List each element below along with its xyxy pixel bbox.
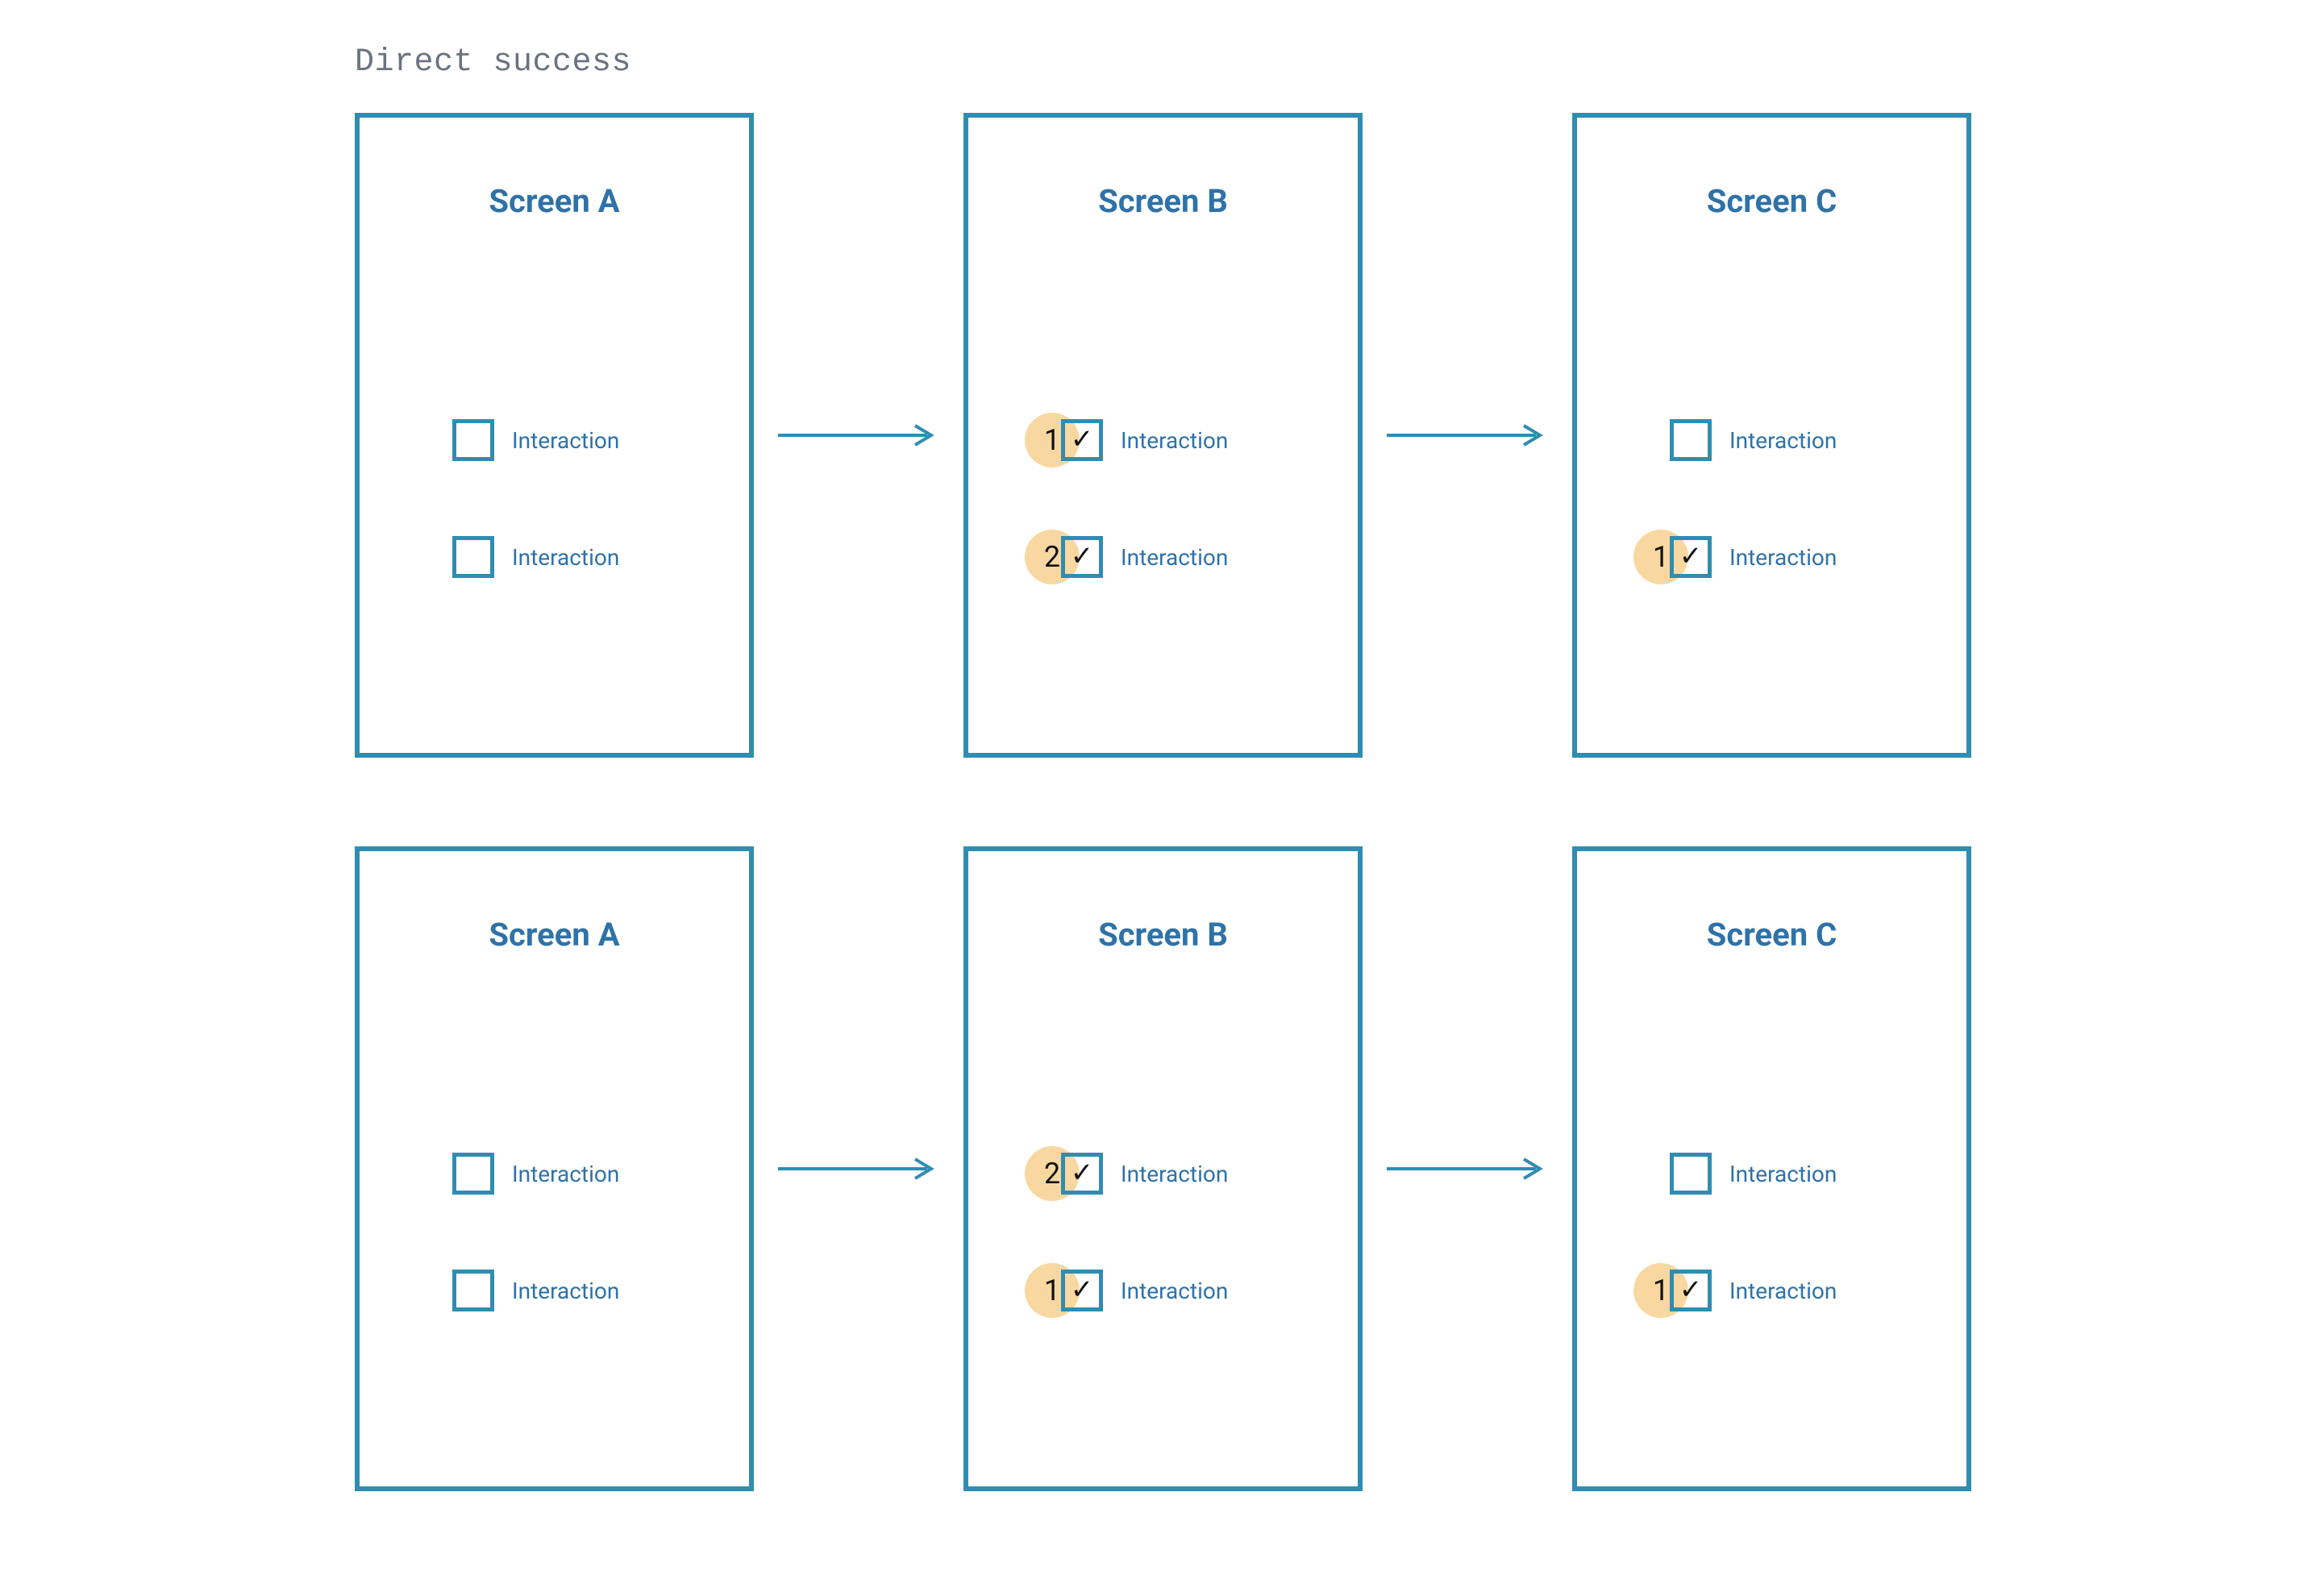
interaction-label: Interaction (1729, 427, 1837, 454)
screen-box-b: Screen B 1 ✓ Interaction 2 ✓ Interaction (963, 113, 1363, 758)
checkbox-icon: ✓ (1061, 1153, 1103, 1195)
interactions-list: 2 ✓ Interaction 1 ✓ Interaction (968, 1149, 1358, 1383)
screen-title: Screen B (968, 916, 1358, 954)
arrow-right-icon (1387, 419, 1548, 451)
interaction-label: Interaction (1121, 544, 1228, 571)
interaction-row: 1 ✓ Interaction (1577, 533, 1966, 581)
checkbox-icon: ✓ (1061, 536, 1103, 578)
interaction-label: Interaction (1121, 1161, 1228, 1187)
checkbox-icon: ✓ (1670, 1270, 1712, 1311)
interaction-label: Interaction (1121, 427, 1228, 454)
flow-row-2: Screen A Interaction Interaction Scree (355, 846, 1971, 1491)
interactions-list: Interaction 1 ✓ Interaction (1577, 416, 1966, 650)
arrow-right-icon (1387, 1153, 1548, 1185)
interaction-row: 1 ✓ Interaction (968, 1266, 1358, 1315)
checkbox-icon (452, 1153, 494, 1195)
interaction-row: Interaction (360, 416, 749, 464)
checkbox-icon (452, 536, 494, 578)
interaction-row: Interaction (360, 1266, 749, 1315)
flow-arrow (1363, 846, 1572, 1491)
interaction-row: 2 ✓ Interaction (968, 1149, 1358, 1198)
interaction-row: Interaction (360, 1149, 749, 1198)
flow-row-1: Screen A Interaction Interaction Scree (355, 113, 1971, 758)
checkbox-icon (452, 419, 494, 461)
interaction-label: Interaction (1729, 544, 1837, 571)
interactions-list: Interaction 1 ✓ Interaction (1577, 1149, 1966, 1383)
checkbox-icon (1670, 1153, 1712, 1195)
checkbox-icon (452, 1270, 494, 1311)
screen-title: Screen C (1577, 182, 1966, 220)
diagram-heading: Direct success (355, 44, 631, 81)
screen-box-a: Screen A Interaction Interaction (355, 113, 754, 758)
checkmark-icon: ✓ (1679, 1276, 1703, 1303)
interaction-label: Interaction (512, 544, 619, 571)
checkmark-icon: ✓ (1071, 542, 1094, 570)
interaction-label: Interaction (1729, 1161, 1837, 1187)
checkbox-icon: ✓ (1670, 536, 1712, 578)
checkmark-icon: ✓ (1679, 542, 1703, 570)
interaction-row: 1 ✓ Interaction (968, 416, 1358, 464)
checkbox-icon (1670, 419, 1712, 461)
interactions-list: Interaction Interaction (360, 416, 749, 650)
arrow-right-icon (778, 419, 939, 451)
screen-title: Screen C (1577, 916, 1966, 954)
interactions-list: 1 ✓ Interaction 2 ✓ Interaction (968, 416, 1358, 650)
interaction-row: 2 ✓ Interaction (968, 533, 1358, 581)
interaction-row: Interaction (1577, 416, 1966, 464)
screen-box-c: Screen C Interaction 1 ✓ Interaction (1572, 846, 1971, 1491)
screen-title: Screen A (360, 182, 749, 220)
interaction-label: Interaction (1121, 1278, 1228, 1304)
interaction-row: Interaction (1577, 1149, 1966, 1198)
diagram-canvas: Direct success Screen A Interaction Inte… (0, 0, 2322, 1596)
screen-title: Screen A (360, 916, 749, 954)
flow-arrow (754, 846, 963, 1491)
checkbox-icon: ✓ (1061, 419, 1103, 461)
checkmark-icon: ✓ (1071, 1276, 1094, 1303)
interaction-label: Interaction (512, 427, 619, 454)
flow-arrow (754, 113, 963, 758)
checkmark-icon: ✓ (1071, 426, 1094, 453)
interaction-row: Interaction (360, 533, 749, 581)
interaction-label: Interaction (512, 1278, 619, 1304)
screen-box-c: Screen C Interaction 1 ✓ Interaction (1572, 113, 1971, 758)
interactions-list: Interaction Interaction (360, 1149, 749, 1383)
checkbox-icon: ✓ (1061, 1270, 1103, 1311)
flow-arrow (1363, 113, 1572, 758)
interaction-row: 1 ✓ Interaction (1577, 1266, 1966, 1315)
interaction-label: Interaction (512, 1161, 619, 1187)
arrow-right-icon (778, 1153, 939, 1185)
interaction-label: Interaction (1729, 1278, 1837, 1304)
screen-box-b: Screen B 2 ✓ Interaction 1 ✓ Interaction (963, 846, 1363, 1491)
screen-box-a: Screen A Interaction Interaction (355, 846, 754, 1491)
checkmark-icon: ✓ (1071, 1159, 1094, 1187)
screen-title: Screen B (968, 182, 1358, 220)
